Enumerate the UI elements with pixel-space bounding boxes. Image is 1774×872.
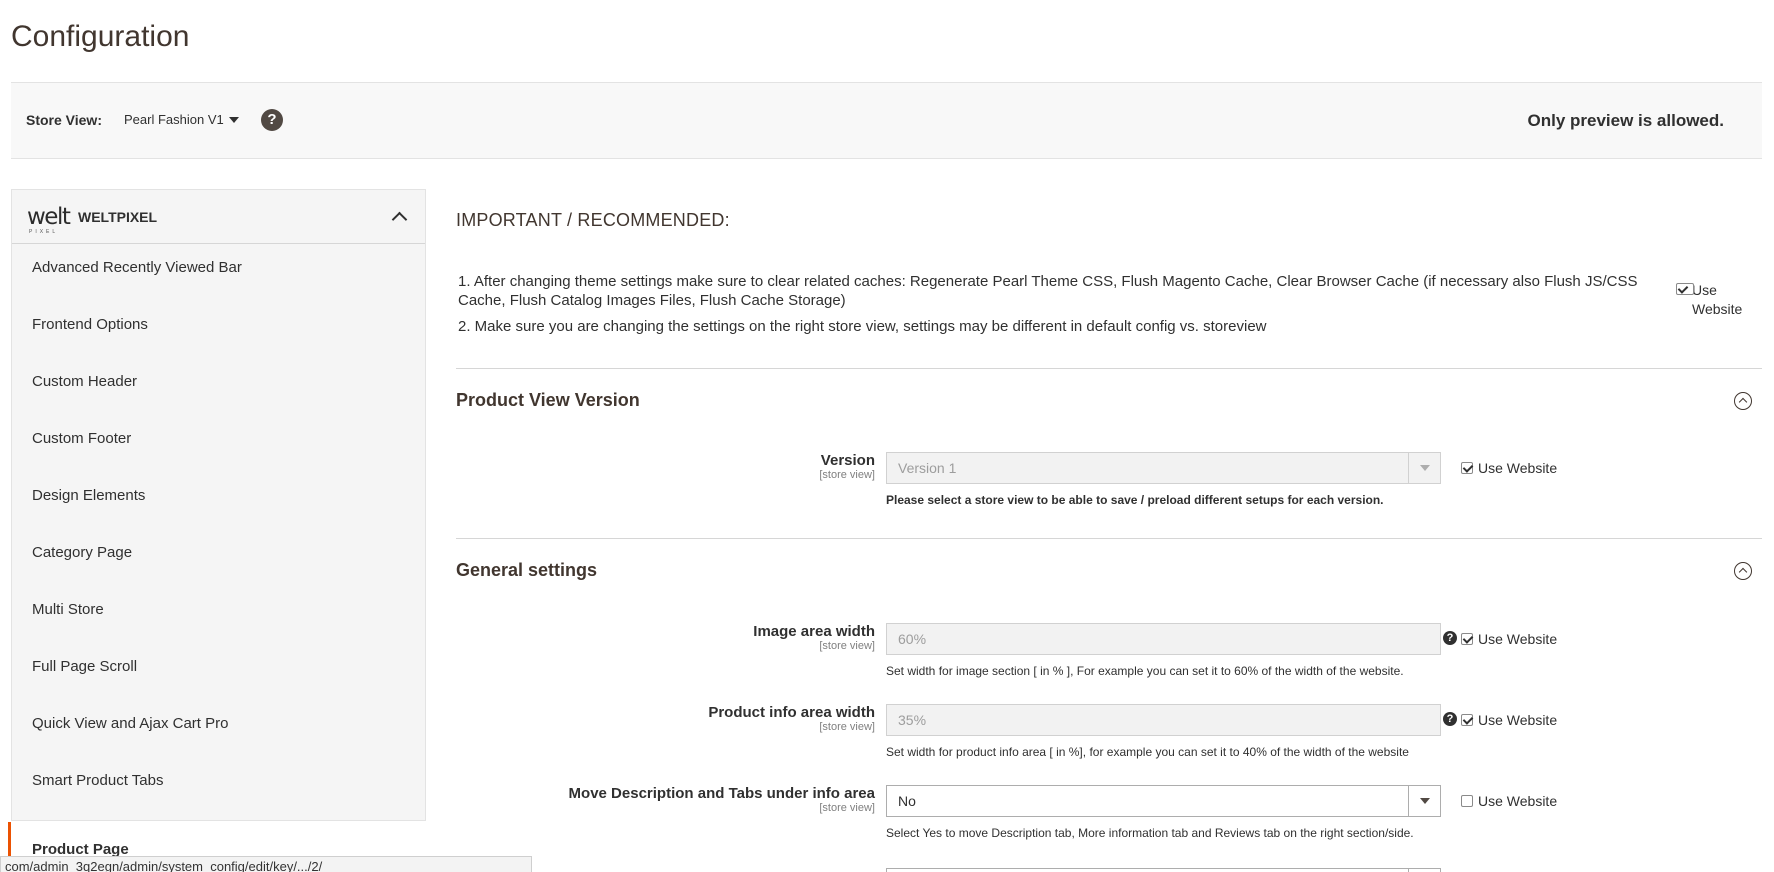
image-area-input[interactable]: 60%	[886, 623, 1441, 655]
config-sidebar: welt PIXEL WELTPIXEL Advanced Recently V…	[11, 189, 426, 821]
chevron-down-icon[interactable]	[1408, 786, 1440, 816]
sidebar-item-advanced-recently-viewed-bar[interactable]: Advanced Recently Viewed Bar	[32, 259, 242, 276]
checkbox-icon[interactable]	[1461, 462, 1473, 474]
info-area-use-website[interactable]: Use Website	[1461, 712, 1557, 728]
checkbox-icon[interactable]	[1676, 283, 1694, 295]
checkbox-icon[interactable]	[1461, 714, 1473, 726]
weltpixel-logo-sub: PIXEL	[29, 229, 59, 235]
move-desc-note: Select Yes to move Description tab, More…	[886, 826, 1414, 840]
version-use-website[interactable]: Use Website	[1461, 460, 1557, 476]
status-url-tooltip: com/admin_3q2egn/admin/system_config/edi…	[0, 856, 532, 872]
version-note: Please select a store view to be able to…	[886, 493, 1384, 507]
info-area-note: Set width for product info area [ in %],…	[886, 745, 1409, 759]
sidebar-item-frontend-options[interactable]: Frontend Options	[32, 316, 148, 333]
sidebar-item-custom-footer[interactable]: Custom Footer	[32, 430, 131, 447]
store-view-label: Store View:	[26, 112, 102, 128]
important-line-2: 2. Make sure you are changing the settin…	[458, 318, 1267, 335]
sidebar-item-design-elements[interactable]: Design Elements	[32, 487, 145, 504]
sidebar-item-quick-view-ajax-cart[interactable]: Quick View and Ajax Cart Pro	[32, 715, 228, 732]
sidebar-item-smart-product-tabs[interactable]: Smart Product Tabs	[32, 772, 163, 789]
use-website-label-2: Website	[1692, 301, 1743, 317]
next-field-select[interactable]	[886, 868, 1441, 872]
help-icon[interactable]: ?	[1443, 712, 1457, 726]
weltpixel-logo: welt	[27, 204, 71, 230]
move-desc-use-website[interactable]: Use Website	[1461, 793, 1557, 809]
move-desc-select[interactable]: No	[886, 785, 1441, 817]
sidebar-item-category-page[interactable]: Category Page	[32, 544, 132, 561]
section-divider	[456, 368, 1762, 369]
page-title: Configuration	[11, 20, 190, 53]
sidebar-group-weltpixel[interactable]: welt PIXEL WELTPIXEL	[12, 190, 425, 244]
sidebar-item-custom-header[interactable]: Custom Header	[32, 373, 137, 390]
important-text: 1. After changing theme settings make su…	[458, 272, 1668, 343]
move-desc-label: Move Description and Tabs under info are…	[568, 785, 875, 814]
preview-note: Only preview is allowed.	[1527, 111, 1724, 130]
version-label: Version [store view]	[819, 452, 875, 481]
checkbox-icon[interactable]	[1461, 795, 1473, 807]
help-icon[interactable]: ?	[261, 109, 283, 131]
image-area-note: Set width for image section [ in % ], Fo…	[886, 664, 1404, 678]
section-divider	[456, 538, 1762, 539]
section-product-view-version[interactable]: Product View Version	[456, 390, 640, 411]
chevron-down-icon[interactable]	[229, 117, 239, 123]
collapse-icon[interactable]	[1734, 392, 1752, 410]
image-area-use-website[interactable]: Use Website	[1461, 631, 1557, 647]
info-area-input[interactable]: 35%	[886, 704, 1441, 736]
sidebar-item-multi-store[interactable]: Multi Store	[32, 601, 104, 618]
info-area-label: Product info area width [store view]	[708, 704, 875, 733]
chevron-up-icon[interactable]	[391, 211, 408, 228]
section-general-settings[interactable]: General settings	[456, 560, 597, 581]
chevron-down-icon[interactable]	[1408, 453, 1440, 483]
checkbox-icon[interactable]	[1461, 633, 1473, 645]
sidebar-item-full-page-scroll[interactable]: Full Page Scroll	[32, 658, 137, 675]
important-use-website[interactable]: Use Website	[1676, 281, 1742, 319]
image-area-label: Image area width [store view]	[753, 623, 875, 652]
important-line-1: 1. After changing theme settings make su…	[458, 273, 1638, 309]
help-icon[interactable]: ?	[1443, 631, 1457, 645]
sidebar-group-title: WELTPIXEL	[78, 209, 158, 225]
collapse-icon[interactable]	[1734, 562, 1752, 580]
store-view-switcher[interactable]: Pearl Fashion V1	[124, 112, 224, 127]
store-view-bar: Store View: Pearl Fashion V1 ? Only prev…	[11, 82, 1762, 159]
important-title: IMPORTANT / RECOMMENDED:	[456, 210, 730, 230]
version-select[interactable]: Version 1	[886, 452, 1441, 484]
